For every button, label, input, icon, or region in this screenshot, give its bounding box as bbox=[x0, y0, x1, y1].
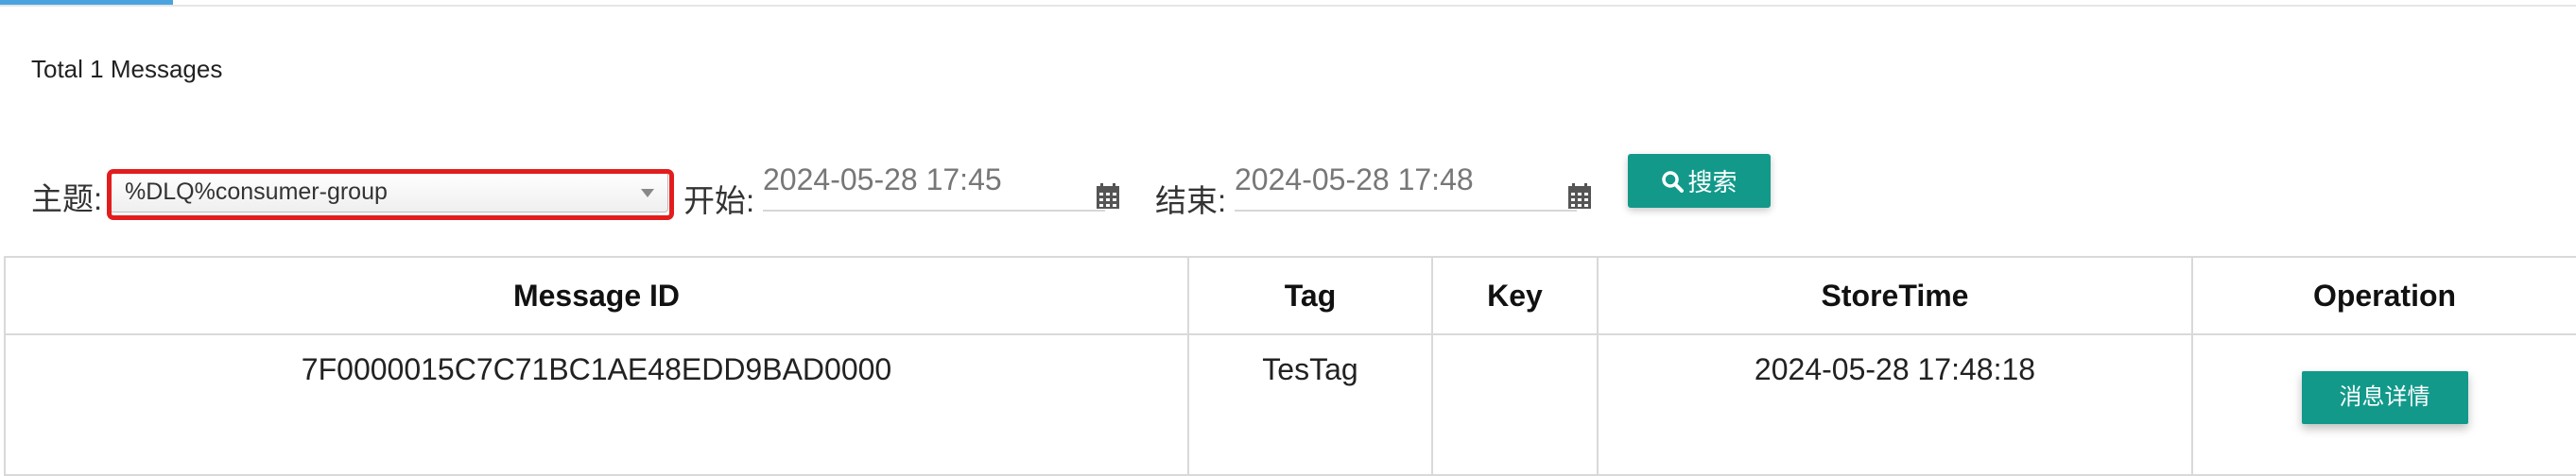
cell-storetime: 2024-05-28 17:48:18 bbox=[1597, 333, 2193, 476]
column-header-message-id: Message ID bbox=[4, 256, 1189, 335]
end-time-label: 结束: bbox=[1155, 183, 1227, 218]
start-time-input[interactable] bbox=[763, 159, 1105, 212]
cell-tag: TesTag bbox=[1187, 333, 1433, 476]
end-time-input[interactable] bbox=[1235, 159, 1577, 212]
topic-label: 主题: bbox=[31, 181, 103, 216]
messages-table: Message ID Tag Key StoreTime Operation 7… bbox=[4, 256, 2576, 476]
search-icon bbox=[1661, 170, 1685, 193]
tab-bar-divider bbox=[0, 5, 2576, 7]
total-messages-text: Total 1 Messages bbox=[31, 55, 223, 83]
start-time-label: 开始: bbox=[683, 183, 755, 218]
column-header-tag: Tag bbox=[1187, 256, 1433, 335]
column-header-operation: Operation bbox=[2191, 256, 2576, 335]
column-header-key: Key bbox=[1431, 256, 1599, 335]
search-button-label: 搜索 bbox=[1687, 168, 1738, 196]
topic-select-value: %DLQ%consumer-group bbox=[125, 178, 388, 205]
column-header-storetime: StoreTime bbox=[1597, 256, 2193, 335]
cell-operation: 消息详情 bbox=[2191, 333, 2576, 476]
search-button[interactable]: 搜索 bbox=[1628, 154, 1771, 208]
cell-key bbox=[1431, 333, 1599, 476]
topic-select[interactable]: %DLQ%consumer-group bbox=[109, 171, 668, 212]
chevron-down-icon bbox=[641, 189, 654, 197]
cell-message-id: 7F0000015C7C71BC1AE48EDD9BAD0000 bbox=[4, 333, 1189, 476]
calendar-icon[interactable] bbox=[1096, 183, 1120, 210]
table-row: 7F0000015C7C71BC1AE48EDD9BAD0000 TesTag … bbox=[4, 333, 2576, 476]
table-header-row: Message ID Tag Key StoreTime Operation bbox=[4, 256, 2576, 335]
calendar-icon[interactable] bbox=[1567, 183, 1592, 210]
message-detail-button[interactable]: 消息详情 bbox=[2301, 371, 2468, 424]
